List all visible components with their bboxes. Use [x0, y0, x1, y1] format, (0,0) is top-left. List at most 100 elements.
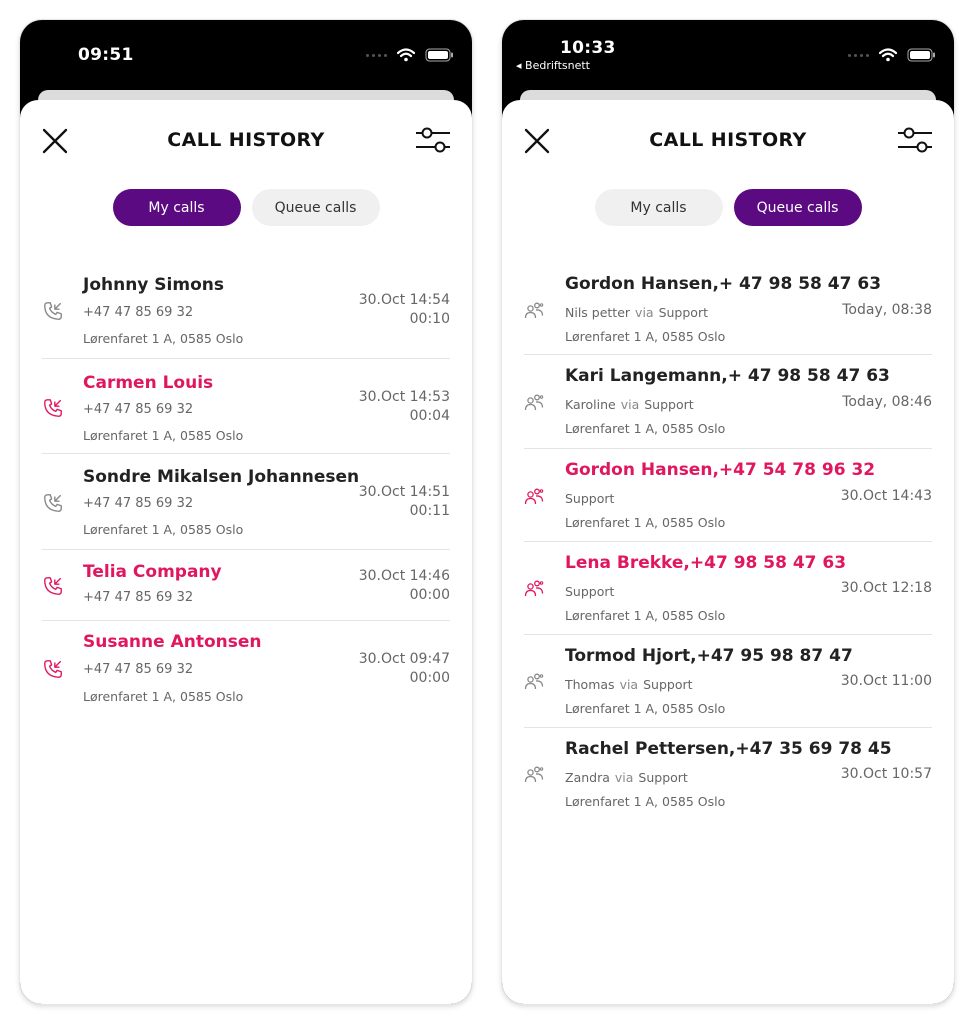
- call-date: 30.Oct 14:53: [358, 389, 450, 405]
- queue-call-list: Gordon Hansen,+ 47 98 58 47 63 Nils pett…: [524, 265, 932, 820]
- caller-name: Carmen Louis: [83, 373, 214, 393]
- tab-my-calls[interactable]: My calls: [112, 189, 241, 226]
- battery-icon: [907, 48, 935, 62]
- queue-name: Support: [565, 584, 615, 599]
- signal-dots-icon: [848, 53, 869, 57]
- agent-via-queue: Karoline via Support: [565, 397, 694, 412]
- tab-queue-calls[interactable]: Queue calls: [251, 189, 380, 226]
- caller-number: +47 47 85 69 32: [83, 305, 194, 320]
- caller-number: +47 47 85 69 32: [83, 496, 194, 511]
- queue-call-row[interactable]: Tormod Hjort,+47 95 98 87 47 Thomas via Su…: [524, 635, 932, 728]
- incoming-call-icon: [44, 577, 62, 595]
- caller-address: Lørenfaret 1 A, 0585 Oslo: [565, 421, 726, 436]
- call-date: 30.Oct 09:47: [358, 651, 450, 667]
- call-date: Today, 08:38: [842, 302, 932, 318]
- caller-address: Lørenfaret 1 A, 0585 Oslo: [83, 428, 244, 443]
- caller-address: Lørenfaret 1 A, 0585 Oslo: [83, 331, 244, 346]
- agent-name: Karoline: [565, 397, 616, 412]
- call-duration: 00:00: [409, 670, 450, 686]
- status-time: 10:33: [560, 38, 616, 58]
- call-duration: 00:11: [409, 503, 450, 519]
- agent-via-queue: Thomas via Support: [565, 677, 693, 692]
- status-icons: [848, 48, 936, 62]
- call-list: Johnny Simons +47 47 85 69 32 Lørenfaret…: [42, 260, 450, 716]
- agent-name: Thomas: [565, 677, 615, 692]
- caller-address: Lørenfaret 1 A, 0585 Oslo: [565, 329, 726, 344]
- call-date: 30.Oct 12:18: [840, 580, 932, 596]
- call-date: 30.Oct 14:51: [358, 484, 450, 500]
- caller-name-number: Kari Langemann,+ 47 98 58 47 63: [565, 366, 890, 386]
- incoming-call-icon: [44, 494, 62, 512]
- status-carrier[interactable]: ◂ Bedriftsnett: [516, 59, 590, 72]
- battery-icon: [425, 48, 453, 62]
- page-title: CALL HISTORY: [649, 129, 807, 151]
- caller-name-number: Gordon Hansen,+ 47 98 58 47 63: [565, 274, 882, 294]
- caller-name: Sondre Mikalsen Johannesen: [83, 467, 360, 487]
- via-label: via: [620, 397, 640, 412]
- tab-bar: My calls Queue calls: [20, 189, 472, 226]
- caller-number: +47 47 85 69 32: [83, 662, 194, 677]
- queue-call-row[interactable]: Gordon Hansen,+ 47 98 58 47 63 Nils pett…: [524, 265, 932, 355]
- status-bar: 10:33 ◂ Bedriftsnett: [502, 20, 954, 100]
- queue-name: Support: [643, 677, 693, 692]
- via-label: via: [619, 677, 639, 692]
- queue-name: Support: [658, 305, 708, 320]
- phone-queue-calls: 10:33 ◂ Bedriftsnett CALL HISTORY My cal…: [502, 20, 954, 1004]
- caller-address: Lørenfaret 1 A, 0585 Oslo: [565, 608, 726, 623]
- caller-address: Lørenfaret 1 A, 0585 Oslo: [565, 794, 726, 809]
- wifi-icon: [397, 48, 415, 62]
- call-row[interactable]: Carmen Louis +47 47 85 69 32 Lørenfaret …: [42, 359, 450, 454]
- incoming-call-icon: [44, 660, 62, 678]
- via-label: via: [614, 770, 634, 785]
- queue-call-row[interactable]: Gordon Hansen,+47 54 78 96 32 Support Lø…: [524, 449, 932, 542]
- signal-dots-icon: [366, 53, 387, 57]
- page-title: CALL HISTORY: [167, 129, 325, 151]
- caller-number: +47 47 85 69 32: [83, 590, 194, 605]
- queue-people-icon: [524, 394, 544, 411]
- call-history-sheet: CALL HISTORY My calls Queue calls Johnny…: [20, 100, 472, 1004]
- tab-my-calls[interactable]: My calls: [594, 189, 723, 226]
- call-row[interactable]: Johnny Simons +47 47 85 69 32 Lørenfaret…: [42, 260, 450, 359]
- queue-people-icon: [524, 580, 544, 597]
- caller-name-number: Tormod Hjort,+47 95 98 87 47: [565, 646, 853, 666]
- call-history-sheet: CALL HISTORY My calls Queue calls Gordon…: [502, 100, 954, 1004]
- caller-number: +47 47 85 69 32: [83, 402, 194, 417]
- call-row[interactable]: Telia Company +47 47 85 69 32 30.Oct 14:…: [42, 550, 450, 621]
- queue-call-row[interactable]: Kari Langemann,+ 47 98 58 47 63 Karoline…: [524, 355, 932, 449]
- call-date: 30.Oct 10:57: [840, 766, 932, 782]
- status-icons: [366, 48, 454, 62]
- tab-queue-calls[interactable]: Queue calls: [733, 189, 862, 226]
- caller-name-number: Gordon Hansen,+47 54 78 96 32: [565, 460, 876, 480]
- caller-name: Johnny Simons: [83, 275, 224, 295]
- incoming-call-icon: [44, 302, 62, 320]
- caller-address: Lørenfaret 1 A, 0585 Oslo: [83, 522, 244, 537]
- queue-people-icon: [524, 766, 544, 783]
- tab-bar: My calls Queue calls: [502, 189, 954, 226]
- queue-people-icon: [524, 302, 544, 319]
- filter-button[interactable]: [414, 124, 452, 156]
- filter-icon: [416, 127, 450, 153]
- filter-button[interactable]: [896, 124, 934, 156]
- agent-name: Zandra: [565, 770, 610, 785]
- agent-via-queue: Nils petter via Support: [565, 305, 708, 320]
- call-row[interactable]: Sondre Mikalsen Johannesen +47 47 85 69 …: [42, 454, 450, 550]
- queue-name: Support: [638, 770, 688, 785]
- phone-my-calls: 09:51 CALL HISTORY My calls Queue calls …: [20, 20, 472, 1004]
- call-date: 30.Oct 14:54: [358, 292, 450, 308]
- caller-name-number: Lena Brekke,+47 98 58 47 63: [565, 553, 847, 573]
- caller-address: Lørenfaret 1 A, 0585 Oslo: [565, 701, 726, 716]
- call-duration: 00:00: [409, 587, 450, 603]
- call-date: 30.Oct 14:43: [840, 488, 932, 504]
- caller-name: Telia Company: [83, 562, 222, 582]
- call-date: Today, 08:46: [842, 394, 932, 410]
- caller-address: Lørenfaret 1 A, 0585 Oslo: [565, 515, 726, 530]
- queue-call-row[interactable]: Lena Brekke,+47 98 58 47 63 Support Løre…: [524, 542, 932, 635]
- queue-name: Support: [644, 397, 694, 412]
- wifi-icon: [879, 48, 897, 62]
- call-row[interactable]: Susanne Antonsen +47 47 85 69 32 Lørenfa…: [42, 621, 450, 716]
- caller-address: Lørenfaret 1 A, 0585 Oslo: [83, 689, 244, 704]
- call-duration: 00:10: [409, 311, 450, 327]
- call-date: 30.Oct 11:00: [840, 673, 932, 689]
- queue-name: Support: [565, 491, 615, 506]
- queue-call-row[interactable]: Rachel Pettersen,+47 35 69 78 45 Zandra v…: [524, 728, 932, 820]
